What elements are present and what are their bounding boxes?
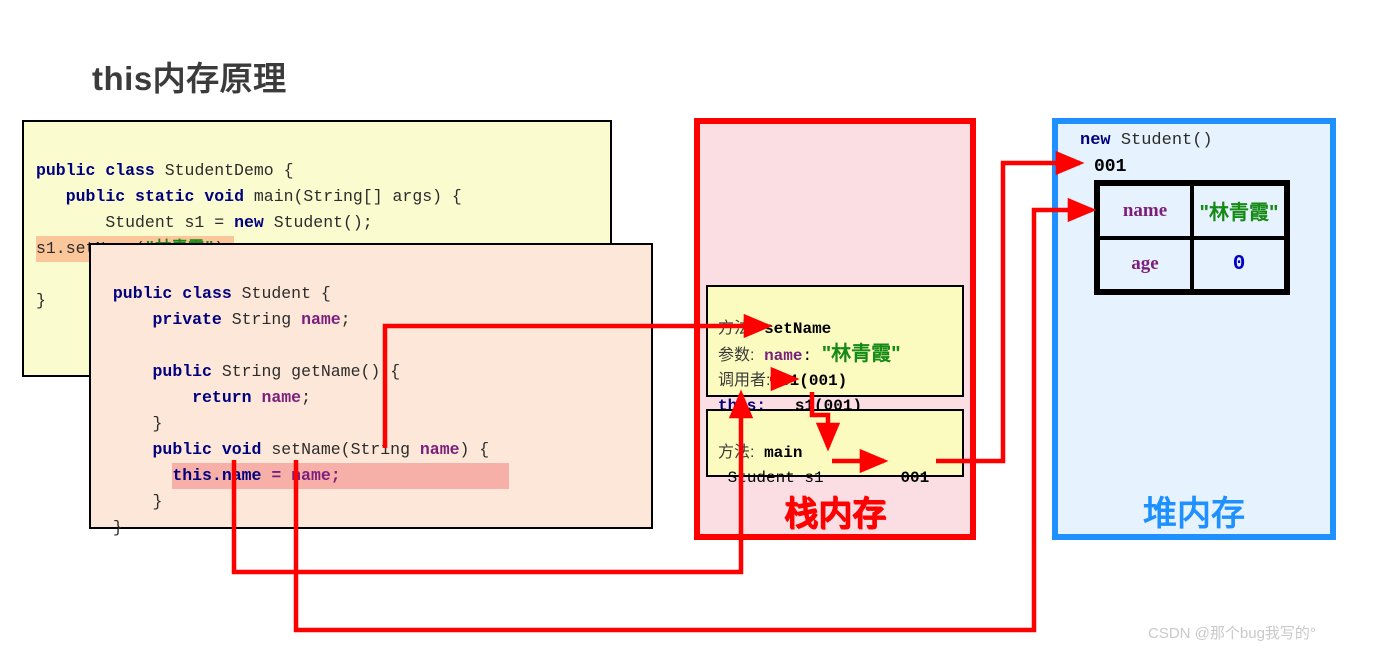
token-close-brace: }	[112, 518, 123, 537]
heap-object-address: 001	[1094, 157, 1127, 177]
token-this-name: this.name	[172, 466, 262, 485]
token-close-brace: }	[152, 492, 163, 511]
page-title: this内存原理	[92, 60, 287, 97]
token-class: class	[105, 161, 155, 180]
token-semicolon: ;	[330, 466, 341, 485]
param-colon: :	[802, 347, 813, 365]
label-method: 方法:	[718, 320, 755, 337]
frame-row-method: 方法: main	[718, 440, 962, 466]
token-signature-end: ) {	[459, 440, 490, 459]
frame-row-variable: Student s1 001	[718, 466, 962, 492]
token-type-string: String	[231, 310, 292, 329]
token-param-name: name	[419, 440, 460, 459]
frame-row-param: 参数: name: "林青霞"	[718, 342, 962, 368]
frame-row-method: 方法: setName	[718, 316, 962, 342]
token-static: static	[135, 187, 195, 206]
field-value-age: 0	[1192, 237, 1286, 291]
code-lines-student: public class Student { private String na…	[91, 245, 651, 537]
token-semicolon: ;	[301, 388, 311, 407]
token-constructor: Student();	[273, 213, 373, 232]
token-public: public	[152, 362, 212, 381]
token-field-name: name	[301, 310, 341, 329]
token-class: class	[182, 284, 232, 303]
value-variable-decl: Student s1	[727, 469, 824, 487]
code-line: public class StudentDemo {	[36, 158, 610, 184]
token-void: void	[221, 440, 262, 459]
table-row: name "林青霞"	[1098, 184, 1286, 238]
code-line: Student s1 = new Student();	[36, 210, 610, 236]
token-new: new	[234, 213, 264, 232]
field-key-name: name	[1098, 184, 1192, 238]
code-line: public class Student {	[103, 281, 651, 307]
heap-object-title: new Student()	[1080, 131, 1213, 150]
value-param-name: name	[764, 347, 803, 365]
code-line: private String name;	[103, 307, 651, 333]
code-block-student: public class Student { private String na…	[89, 243, 653, 537]
token-field-name: name	[261, 388, 302, 407]
label-parameter: 参数:	[718, 347, 755, 364]
token-assign-eq: =	[261, 466, 292, 485]
token-main-signature: main(String[] args) {	[253, 187, 462, 206]
code-line: public void setName(String name) {	[103, 437, 651, 463]
field-key-label: name	[1122, 199, 1168, 221]
token-public: public	[112, 284, 173, 303]
token-return: return	[192, 388, 252, 407]
value-param-value: "林青霞"	[821, 343, 901, 365]
token-new: new	[1080, 131, 1111, 150]
label-caller: 调用者:	[718, 372, 771, 389]
token-public: public	[65, 187, 126, 206]
frame-row-caller: 调用者: s1(001)	[718, 368, 962, 394]
token-equals: =	[214, 213, 225, 232]
field-key-age: age	[1098, 237, 1192, 291]
token-student-ctor: Student()	[1120, 131, 1213, 150]
token-type-string: String	[221, 362, 282, 381]
token-setname-signature: setName(String	[271, 440, 420, 459]
token-public: public	[36, 161, 96, 180]
value-variable-address: 001	[900, 469, 930, 487]
diagram-canvas: this内存原理 public class StudentDemo { publ…	[0, 0, 1378, 650]
token-private: private	[152, 310, 222, 329]
token-public: public	[152, 440, 212, 459]
value-method-name: main	[764, 444, 803, 462]
code-line: public static void main(String[] args) {	[36, 184, 610, 210]
token-type: Student	[105, 213, 175, 232]
code-line-highlighted: this.name = name;	[103, 463, 651, 489]
watermark: CSDN @那个bug我写的°	[1148, 625, 1316, 642]
token-close-brace: }	[152, 414, 163, 433]
token-semicolon: ;	[340, 310, 351, 329]
token-getname-signature: getName() {	[291, 362, 401, 381]
code-line: }	[103, 489, 651, 515]
token-brace: {	[283, 161, 294, 180]
token-brace: {	[320, 284, 331, 303]
token-var: s1	[184, 213, 205, 232]
field-key-label: age	[1131, 253, 1159, 275]
code-line: }	[103, 411, 651, 437]
value-method-name: setName	[764, 320, 832, 338]
code-line: public String getName() {	[103, 359, 651, 385]
value-caller: s1(001)	[780, 372, 848, 390]
token-classname: StudentDemo	[164, 161, 274, 180]
field-value-label: 0	[1232, 252, 1246, 276]
token-void: void	[204, 187, 244, 206]
token-param-ref: name	[291, 466, 331, 485]
code-line: return name;	[103, 385, 651, 411]
code-line: }	[103, 515, 651, 541]
stack-frame-main: 方法: main Student s1 001	[706, 409, 964, 487]
table-row: age 0	[1098, 237, 1286, 291]
highlight-this-assign: this.name = name;	[172, 463, 509, 489]
stack-frame-setname: 方法: setName 参数: name: "林青霞" 调用者: s1(001) th…	[706, 285, 964, 415]
heap-object-fields-table: name "林青霞" age 0	[1094, 180, 1290, 295]
token-classname: Student	[241, 284, 311, 303]
label-method: 方法:	[718, 444, 755, 461]
field-value-name: "林青霞"	[1192, 184, 1286, 238]
heap-memory-label: 堆内存	[1143, 495, 1245, 533]
token-close-brace: }	[36, 291, 46, 310]
field-value-label: "林青霞"	[1199, 202, 1279, 225]
